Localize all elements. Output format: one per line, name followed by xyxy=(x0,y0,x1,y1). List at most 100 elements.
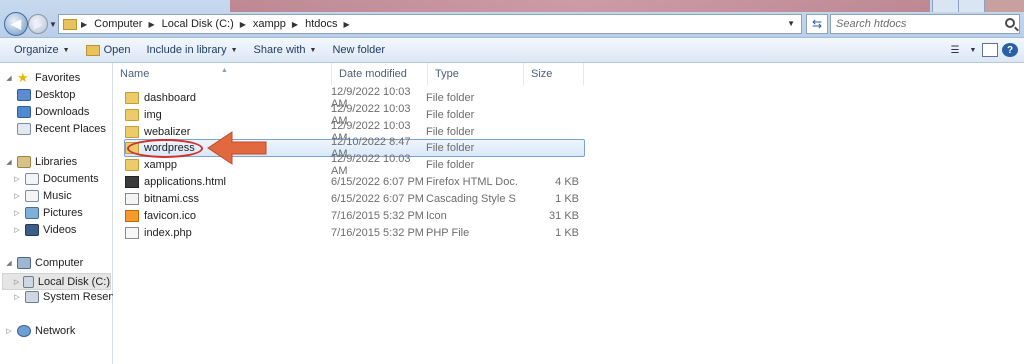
file-name: webalizer xyxy=(144,125,191,138)
nav-network[interactable]: ▷ Network xyxy=(4,325,75,337)
annotation-arrow-icon xyxy=(207,131,267,165)
view-dropdown-icon[interactable]: ▼ xyxy=(968,43,978,57)
file-date: 7/16/2015 5:32 PM xyxy=(331,226,424,239)
expand-icon[interactable]: ▷ xyxy=(12,175,22,183)
file-size: 1 KB xyxy=(555,226,579,239)
chevron-right-icon[interactable]: ▶ xyxy=(148,20,154,29)
preview-pane-icon[interactable] xyxy=(982,43,998,57)
collapse-icon[interactable]: ◢ xyxy=(4,74,14,82)
folder-icon xyxy=(125,91,139,104)
documents-icon xyxy=(25,173,39,185)
nav-favorites[interactable]: ◢ ★ Favorites xyxy=(4,70,80,85)
annotation-circle xyxy=(127,139,203,158)
address-history-dropdown[interactable]: ▼ xyxy=(787,19,795,28)
file-name: index.php xyxy=(144,226,192,239)
recent-pages-dropdown[interactable]: ▼ xyxy=(49,20,57,29)
nav-documents[interactable]: ▷ Documents xyxy=(12,173,99,185)
view-controls: ☰ ▼ ? xyxy=(946,43,1018,57)
chevron-right-icon[interactable]: ▶ xyxy=(292,20,298,29)
back-arrow-icon: ◀ xyxy=(11,16,21,31)
nav-videos[interactable]: ▷ Videos xyxy=(12,224,76,236)
help-icon[interactable]: ? xyxy=(1002,43,1018,57)
column-header-type[interactable]: Type xyxy=(428,63,524,85)
folder-icon xyxy=(125,125,139,138)
close-button[interactable] xyxy=(984,0,1024,12)
chevron-down-icon: ▼ xyxy=(309,46,317,54)
nav-downloads[interactable]: Downloads xyxy=(17,106,89,118)
column-header-size[interactable]: Size xyxy=(524,63,584,85)
expand-icon[interactable]: ▷ xyxy=(13,278,20,286)
nav-computer[interactable]: ◢ Computer xyxy=(4,257,83,269)
videos-icon xyxy=(25,224,39,236)
expand-icon[interactable]: ▷ xyxy=(4,327,14,335)
organize-menu[interactable]: Organize ▼ xyxy=(6,38,78,63)
ico-file-icon xyxy=(125,209,139,222)
collapse-icon[interactable]: ◢ xyxy=(4,158,14,166)
folder-icon xyxy=(125,158,139,171)
new-folder-button[interactable]: New folder xyxy=(324,38,393,63)
search-input[interactable] xyxy=(836,18,996,30)
expand-icon[interactable]: ▷ xyxy=(12,192,22,200)
command-bar: Organize ▼ Open Include in library ▼ Share… xyxy=(0,38,1024,63)
chevron-right-icon[interactable]: ▶ xyxy=(344,20,350,29)
title-bar xyxy=(230,0,930,12)
file-list: Name ▲ Date modified Type Size dashboard … xyxy=(113,63,1024,364)
share-with-menu[interactable]: Share with ▼ xyxy=(246,38,325,63)
column-header-date[interactable]: Date modified xyxy=(332,63,428,85)
downloads-icon xyxy=(17,106,31,118)
forward-button[interactable]: ▶ xyxy=(28,14,48,34)
forward-arrow-icon: ▶ xyxy=(33,18,43,31)
breadcrumb-htdocs[interactable]: htdocs ▶ xyxy=(305,18,357,30)
file-name: favicon.ico xyxy=(144,209,196,222)
nav-music[interactable]: ▷ Music xyxy=(12,190,72,202)
table-row[interactable]: favicon.ico 7/16/2015 5:32 PM Icon 31 KB xyxy=(125,207,585,224)
maximize-button[interactable] xyxy=(958,0,984,12)
breadcrumb-computer[interactable]: Computer ▶ xyxy=(94,18,161,30)
nav-libraries[interactable]: ◢ Libraries xyxy=(4,156,77,168)
folder-icon xyxy=(125,108,139,121)
file-type: Icon xyxy=(426,209,447,222)
nav-recent-places[interactable]: Recent Places xyxy=(17,123,106,135)
star-icon: ★ xyxy=(17,70,29,85)
address-bar-area: ◀ ▶ ▼ ▶ Computer ▶ Local Disk (C:) ▶ xampp… xyxy=(0,0,1024,38)
refresh-button[interactable]: ⇆ xyxy=(806,14,828,34)
recent-places-icon xyxy=(17,123,31,135)
back-button[interactable]: ◀ xyxy=(4,12,28,36)
computer-icon xyxy=(17,257,31,269)
table-row[interactable]: applications.html 6/15/2022 6:07 PM Fire… xyxy=(125,173,585,190)
include-in-library-menu[interactable]: Include in library ▼ xyxy=(139,38,246,63)
file-name: img xyxy=(144,108,162,121)
expand-icon[interactable]: ▷ xyxy=(12,293,22,301)
chevron-right-icon[interactable]: ▶ xyxy=(240,20,246,29)
network-icon xyxy=(17,325,31,337)
open-button[interactable]: Open xyxy=(78,38,139,63)
table-row[interactable]: index.php 7/16/2015 5:32 PM PHP File 1 K… xyxy=(125,224,585,241)
navigation-pane: ◢ ★ Favorites Desktop Downloads Recent Pla… xyxy=(0,63,130,364)
file-date: 7/16/2015 5:32 PM xyxy=(331,209,424,222)
table-row[interactable]: xampp 12/9/2022 10:03 AM File folder xyxy=(125,153,585,177)
table-row[interactable]: bitnami.css 6/15/2022 6:07 PM Cascading … xyxy=(125,190,585,207)
column-header-name[interactable]: Name ▲ xyxy=(113,63,332,85)
minimize-button[interactable] xyxy=(932,0,958,12)
expand-icon[interactable]: ▷ xyxy=(12,226,22,234)
address-bar[interactable]: ▶ Computer ▶ Local Disk (C:) ▶ xampp ▶ htdo… xyxy=(58,14,802,34)
file-type: File folder xyxy=(426,108,475,121)
sort-ascending-icon: ▲ xyxy=(221,67,228,74)
nav-local-disk[interactable]: ▷ Local Disk (C:) xyxy=(2,273,111,290)
search-box[interactable] xyxy=(830,14,1020,34)
search-icon[interactable] xyxy=(1005,18,1015,28)
collapse-icon[interactable]: ◢ xyxy=(4,259,14,267)
nav-pictures[interactable]: ▷ Pictures xyxy=(12,207,83,219)
drive-icon xyxy=(25,291,39,303)
nav-desktop[interactable]: Desktop xyxy=(17,89,75,101)
expand-icon[interactable]: ▷ xyxy=(12,209,22,217)
open-folder-icon xyxy=(85,44,100,56)
column-headers: Name ▲ Date modified Type Size xyxy=(113,63,1024,85)
change-view-icon[interactable]: ☰ xyxy=(946,43,964,57)
breadcrumb-local-disk[interactable]: Local Disk (C:) ▶ xyxy=(162,18,253,30)
breadcrumb-xampp[interactable]: xampp ▶ xyxy=(253,18,305,30)
breadcrumb-separator[interactable]: ▶ xyxy=(81,20,94,29)
file-type: File folder xyxy=(426,91,475,104)
file-size: 1 KB xyxy=(555,192,579,205)
drive-icon xyxy=(23,275,34,288)
